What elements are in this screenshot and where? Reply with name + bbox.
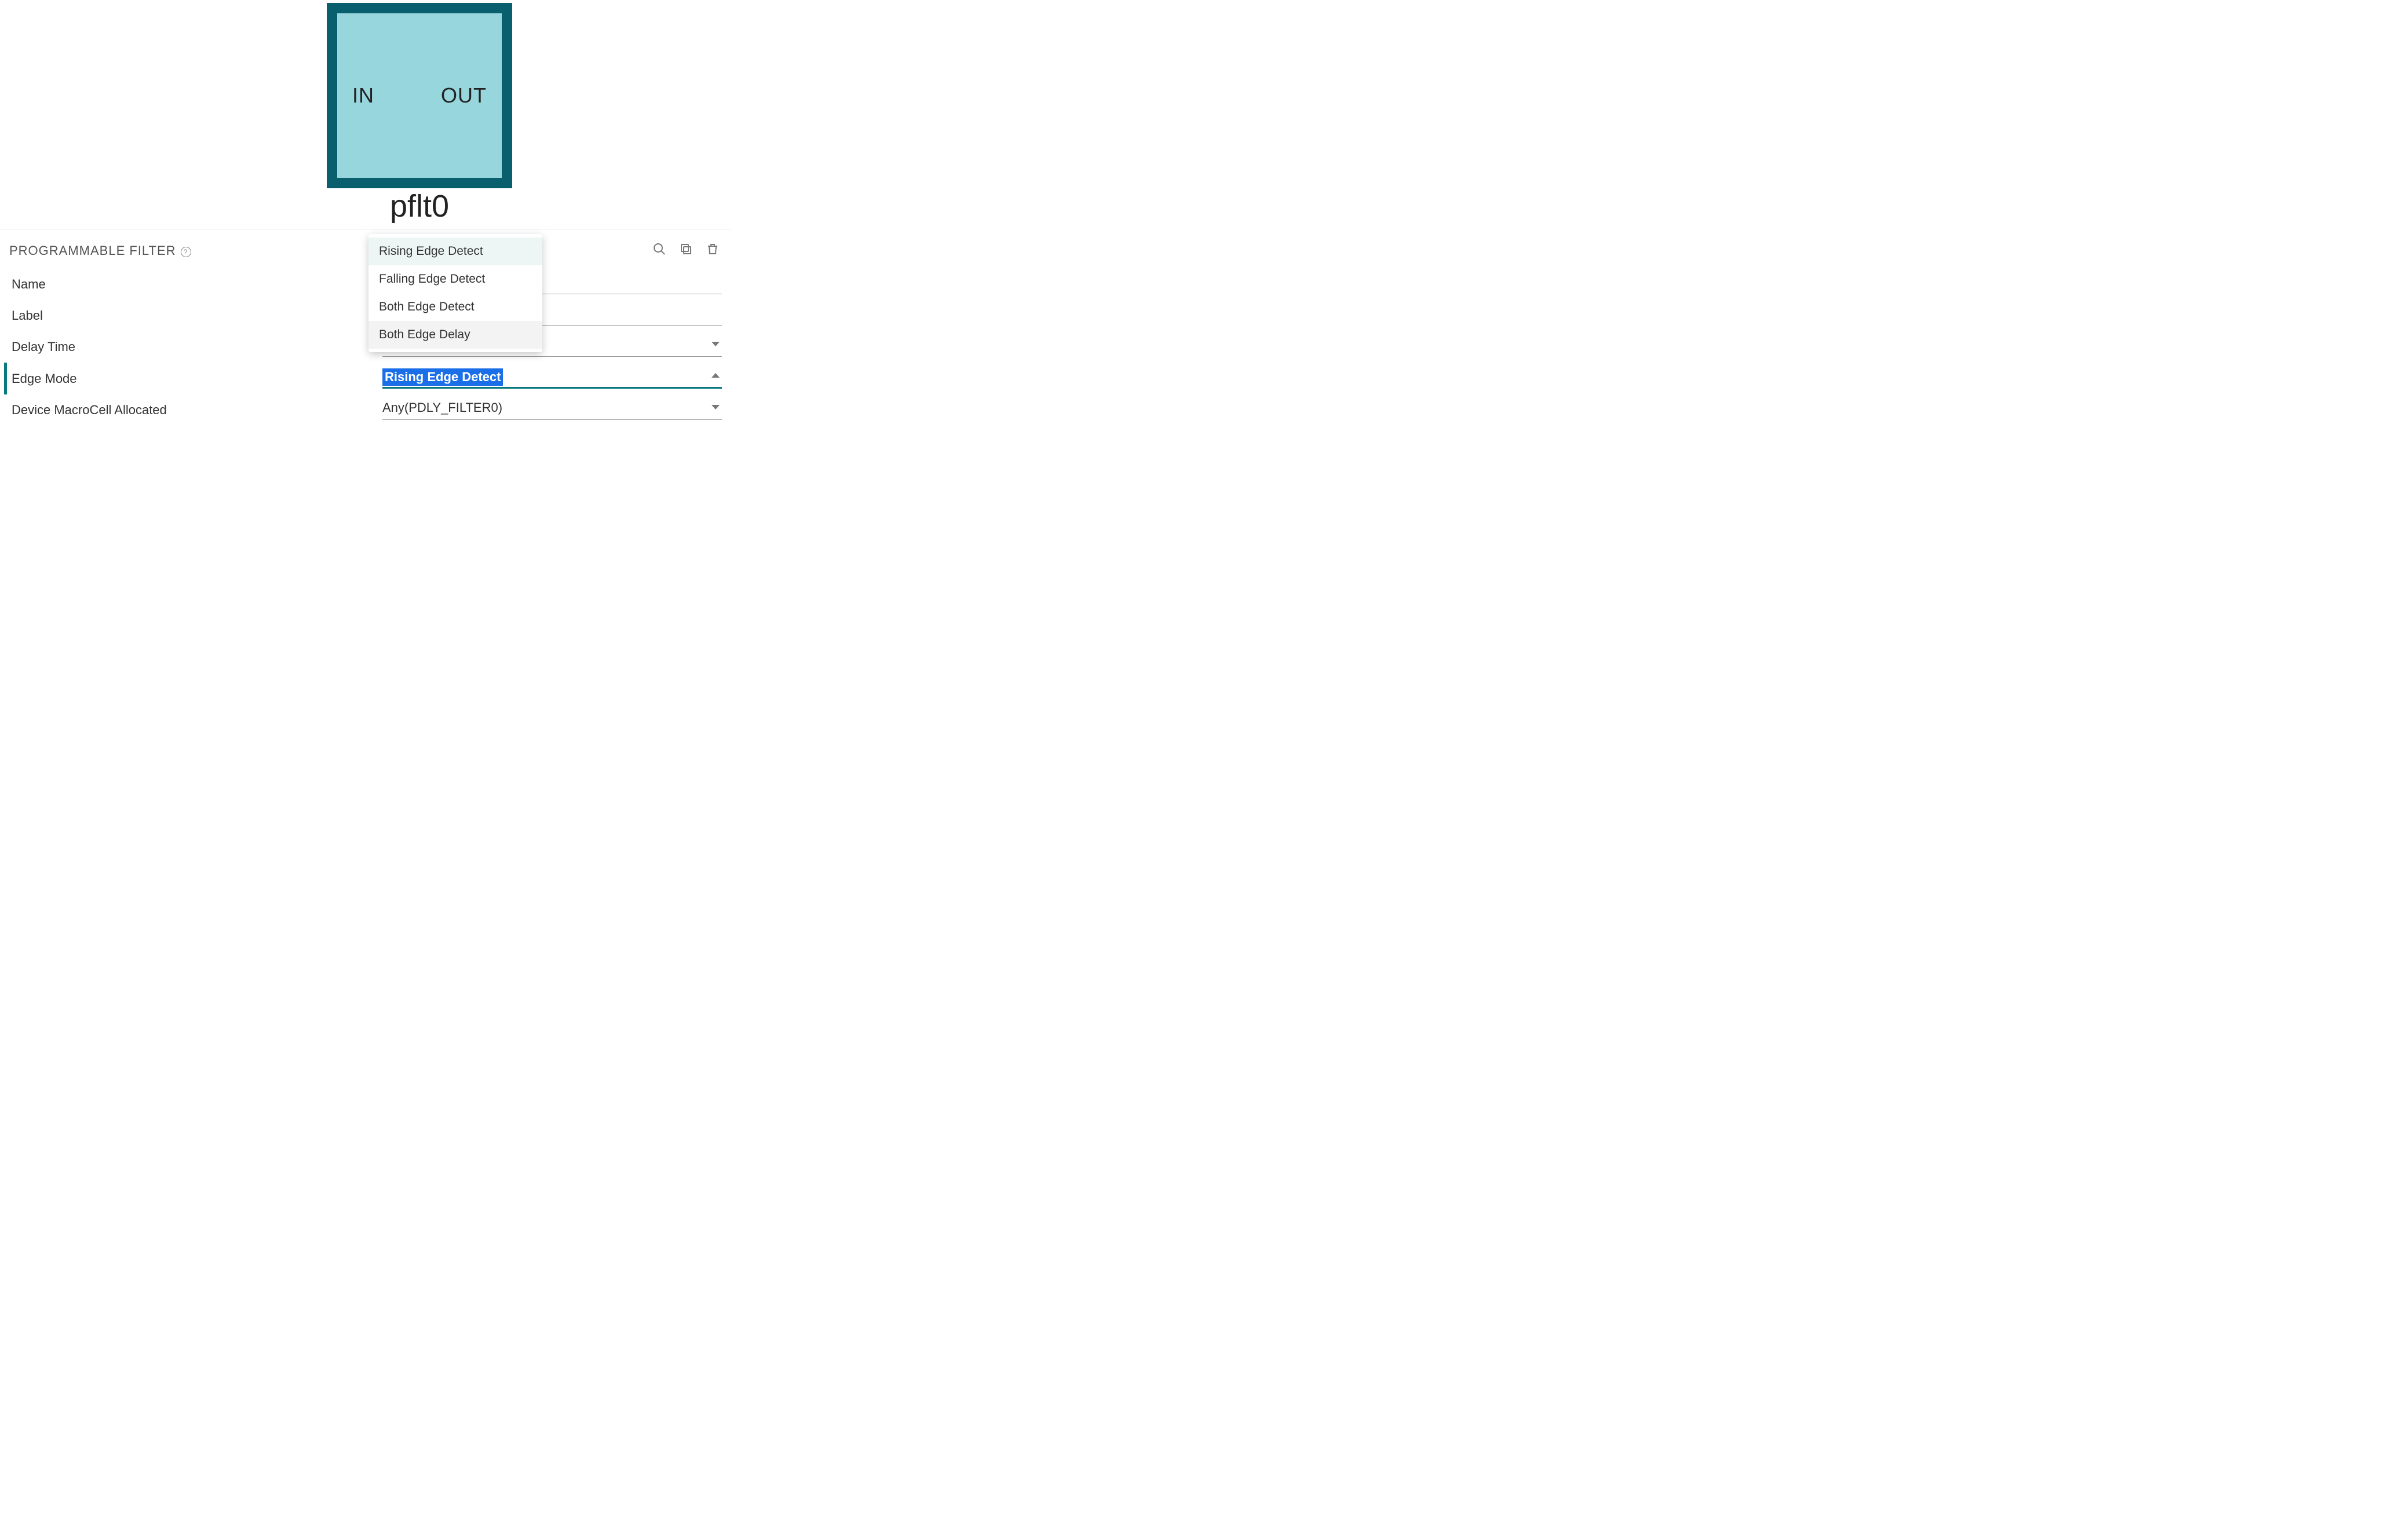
block-out-port: OUT [441,83,487,108]
label-edge-mode: Edge Mode [12,371,382,386]
dropdown-option-both-delay[interactable]: Both Edge Delay [369,321,542,349]
panel-header: PROGRAMMABLE FILTER ? [9,243,722,258]
dropdown-option-both-detect[interactable]: Both Edge Detect [369,293,542,321]
dropdown-option-falling[interactable]: Falling Edge Detect [369,265,542,293]
filter-block[interactable]: IN OUT [327,3,512,188]
header-actions [651,241,721,257]
edge-mode-dropdown[interactable]: Rising Edge Detect Falling Edge Detect B… [369,234,542,352]
properties-panel: PROGRAMMABLE FILTER ? Rising Edge Detect… [0,229,731,426]
value-edge-mode[interactable]: Rising Edge Detect [382,368,722,389]
block-in-port: IN [352,83,374,108]
label-label: Label [12,308,382,323]
diagram-area: IN OUT pflt0 [0,0,731,229]
value-macrocell[interactable]: Any(PDLY_FILTER0) [382,400,722,420]
search-icon[interactable] [651,241,667,257]
row-delay-time: Delay Time [9,331,722,363]
panel-title: PROGRAMMABLE FILTER ? [9,243,191,258]
copy-icon[interactable] [678,241,694,257]
chevron-up-icon [712,373,720,378]
chevron-down-icon [712,405,720,410]
row-label: Label [9,300,722,331]
help-icon[interactable]: ? [181,247,191,257]
row-macrocell: Device MacroCell Allocated Any(PDLY_FILT… [9,394,722,426]
panel-title-text: PROGRAMMABLE FILTER [9,243,176,258]
chevron-down-icon [712,342,720,346]
row-edge-mode: Edge Mode Rising Edge Detect [4,363,722,394]
dropdown-option-rising[interactable]: Rising Edge Detect [369,237,542,265]
delete-icon[interactable] [705,241,721,257]
value-edge-mode-text: Rising Edge Detect [382,368,503,386]
label-macrocell: Device MacroCell Allocated [12,403,382,418]
property-rows: Name Label Delay Time Edge Mode Rising E… [9,269,722,426]
value-macrocell-text: Any(PDLY_FILTER0) [382,400,502,415]
label-name: Name [12,277,382,292]
row-name: Name [9,269,722,300]
block-name-label: pflt0 [327,188,512,224]
label-delay-time: Delay Time [12,339,382,354]
